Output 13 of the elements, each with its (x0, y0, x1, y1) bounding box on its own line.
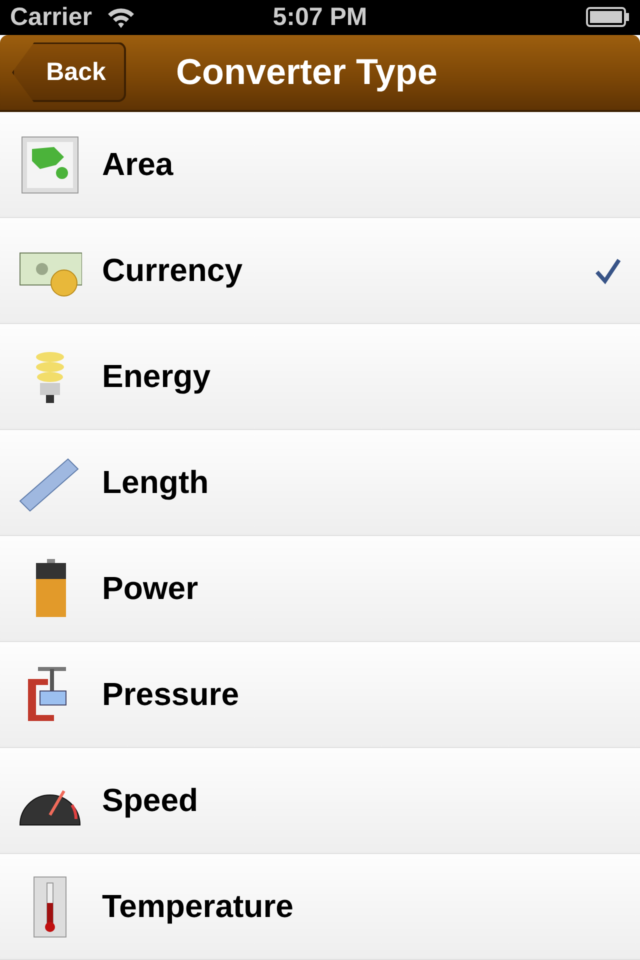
row-label: Length (102, 464, 210, 501)
row-label: Energy (102, 358, 212, 395)
row-label: Temperature (102, 888, 294, 925)
row-label: Speed (102, 782, 200, 819)
row-label: Currency (102, 252, 244, 289)
carrier-label: Carrier (10, 2, 92, 32)
row-label: Pressure (102, 676, 240, 713)
row-label: Area (102, 146, 174, 183)
battery-icon (586, 6, 630, 28)
back-button[interactable]: Back (12, 42, 126, 102)
status-time: 5:07 PM (272, 2, 368, 32)
nav-title: Converter Type (176, 51, 438, 94)
row-label: Power (102, 570, 200, 607)
